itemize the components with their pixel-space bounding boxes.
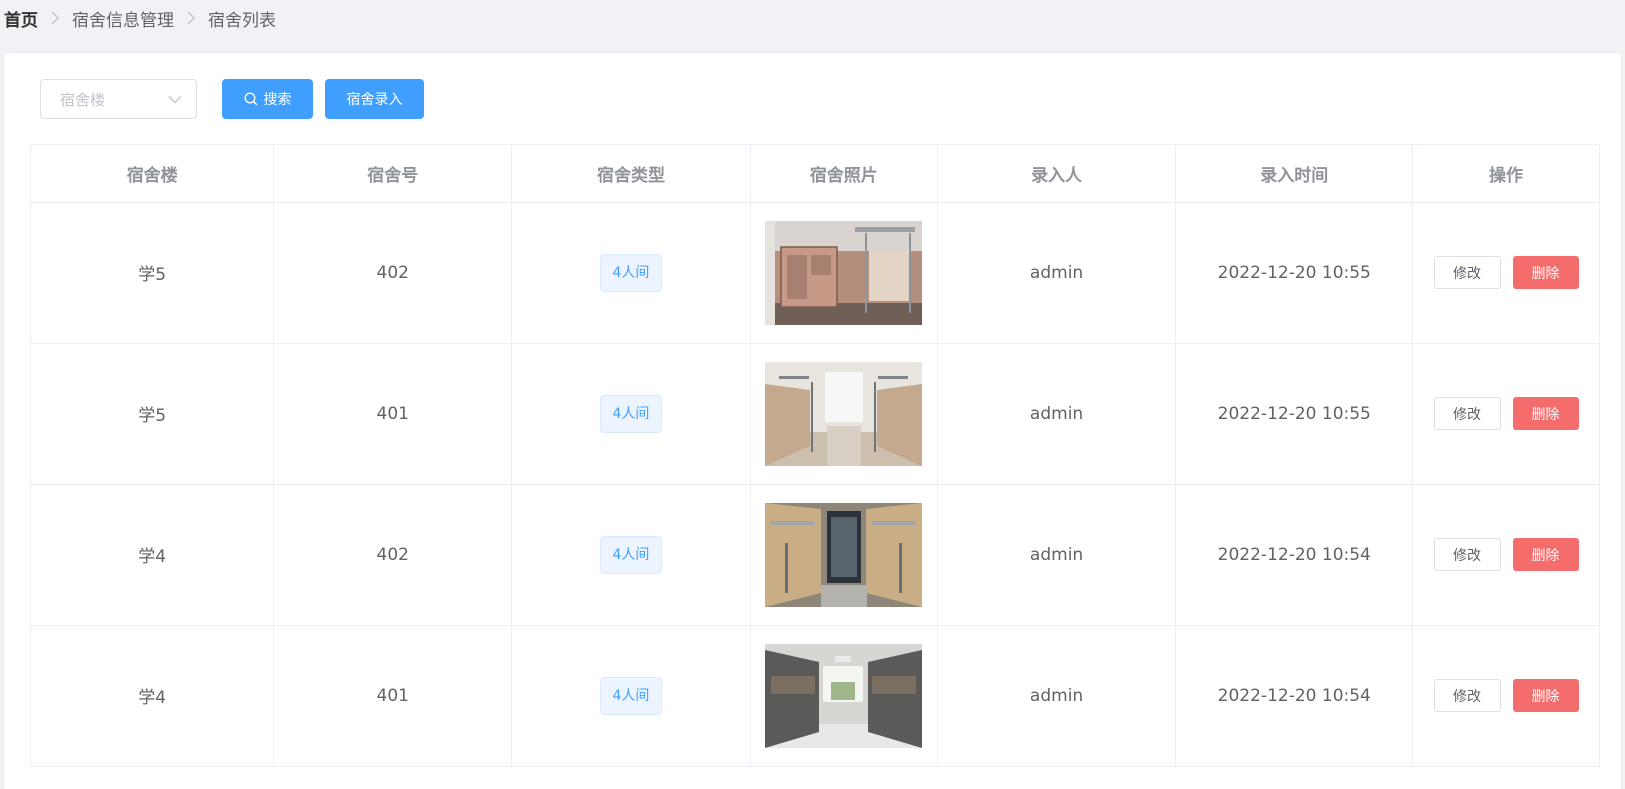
edit-button[interactable]: 修改 xyxy=(1433,256,1501,289)
add-dorm-button[interactable]: 宿舍录入 xyxy=(325,79,424,119)
building-select-placeholder: 宿舍楼 xyxy=(60,90,106,109)
search-icon xyxy=(243,92,258,106)
cell-creator: admin xyxy=(937,484,1177,626)
dorm-photo xyxy=(765,502,923,607)
cell-building: 学4 xyxy=(31,484,275,626)
room-type-tag: 4人间 xyxy=(599,394,663,433)
cell-photo xyxy=(750,202,938,344)
cell-type: 4人间 xyxy=(511,202,751,344)
delete-button[interactable]: 删除 xyxy=(1512,397,1579,430)
breadcrumb-home[interactable]: 首页 xyxy=(4,6,38,31)
cell-actions: 修改 删除 xyxy=(1412,625,1600,767)
chevron-right-icon xyxy=(186,11,196,25)
cell-time: 2022-12-20 10:55 xyxy=(1175,343,1414,485)
cell-creator: admin xyxy=(937,625,1177,767)
edit-button[interactable]: 修改 xyxy=(1433,397,1501,430)
delete-button[interactable]: 删除 xyxy=(1512,538,1579,571)
edit-button[interactable]: 修改 xyxy=(1433,538,1501,571)
table-row: 学5 402 4人间 admin 2022-12-20 10:55 修改 删除 xyxy=(31,202,1600,344)
dorm-photo xyxy=(765,643,923,748)
building-select[interactable]: 宿舍楼 xyxy=(40,79,197,119)
cell-type: 4人间 xyxy=(511,625,751,767)
cell-actions: 修改 删除 xyxy=(1412,202,1600,344)
header-creator: 录入人 xyxy=(937,145,1177,203)
cell-room: 401 xyxy=(273,625,513,767)
cell-room: 401 xyxy=(273,343,513,485)
table-row: 学4 401 4人间 admin 2022-12-20 10:54 修改 删除 xyxy=(31,625,1600,767)
header-time: 录入时间 xyxy=(1175,145,1414,203)
cell-photo xyxy=(750,484,938,626)
cell-actions: 修改 删除 xyxy=(1412,343,1600,485)
cell-time: 2022-12-20 10:55 xyxy=(1175,202,1414,344)
content-card: 宿舍楼 搜索 宿舍录入 宿舍楼 宿舍号 宿舍类型 宿舍照片 录入人 录入时间 操… xyxy=(4,53,1621,789)
cell-room: 402 xyxy=(273,202,513,344)
cell-room: 402 xyxy=(273,484,513,626)
table-row: 学4 402 4人间 admin 2022-12-20 10:54 修改 删除 xyxy=(31,484,1600,626)
table-row: 学5 401 4人间 admin 2022-12-20 10:55 修改 删除 xyxy=(31,343,1600,485)
search-button[interactable]: 搜索 xyxy=(222,79,313,119)
cell-creator: admin xyxy=(937,343,1177,485)
cell-actions: 修改 删除 xyxy=(1412,484,1600,626)
breadcrumb-dorm-list: 宿舍列表 xyxy=(208,10,276,31)
toolbar: 宿舍楼 搜索 宿舍录入 xyxy=(40,79,424,119)
header-room: 宿舍号 xyxy=(273,145,513,203)
dorm-photo xyxy=(765,361,923,466)
chevron-down-icon xyxy=(168,95,182,104)
cell-building: 学5 xyxy=(31,343,275,485)
cell-building: 学4 xyxy=(31,625,275,767)
header-photo: 宿舍照片 xyxy=(750,145,938,203)
delete-button[interactable]: 删除 xyxy=(1512,256,1579,289)
edit-button[interactable]: 修改 xyxy=(1433,679,1501,712)
cell-type: 4人间 xyxy=(511,484,751,626)
cell-time: 2022-12-20 10:54 xyxy=(1175,484,1414,626)
header-type: 宿舍类型 xyxy=(511,145,751,203)
cell-photo xyxy=(750,343,938,485)
table-header-row: 宿舍楼 宿舍号 宿舍类型 宿舍照片 录入人 录入时间 操作 xyxy=(31,145,1600,203)
cell-creator: admin xyxy=(937,202,1177,344)
room-type-tag: 4人间 xyxy=(599,535,663,574)
header-building: 宿舍楼 xyxy=(31,145,275,203)
breadcrumb: 首页 宿舍信息管理 宿舍列表 xyxy=(4,6,276,31)
dorm-photo xyxy=(765,220,923,325)
cell-building: 学5 xyxy=(31,202,275,344)
cell-photo xyxy=(750,625,938,767)
header-actions: 操作 xyxy=(1412,145,1600,203)
chevron-right-icon xyxy=(50,11,60,25)
delete-button[interactable]: 删除 xyxy=(1512,679,1579,712)
cell-type: 4人间 xyxy=(511,343,751,485)
room-type-tag: 4人间 xyxy=(599,676,663,715)
room-type-tag: 4人间 xyxy=(599,253,663,292)
dorm-table: 宿舍楼 宿舍号 宿舍类型 宿舍照片 录入人 录入时间 操作 学5 402 4人间 xyxy=(30,144,1600,767)
cell-time: 2022-12-20 10:54 xyxy=(1175,625,1414,767)
search-button-label: 搜索 xyxy=(263,92,292,108)
breadcrumb-dorm-info[interactable]: 宿舍信息管理 xyxy=(72,6,174,31)
